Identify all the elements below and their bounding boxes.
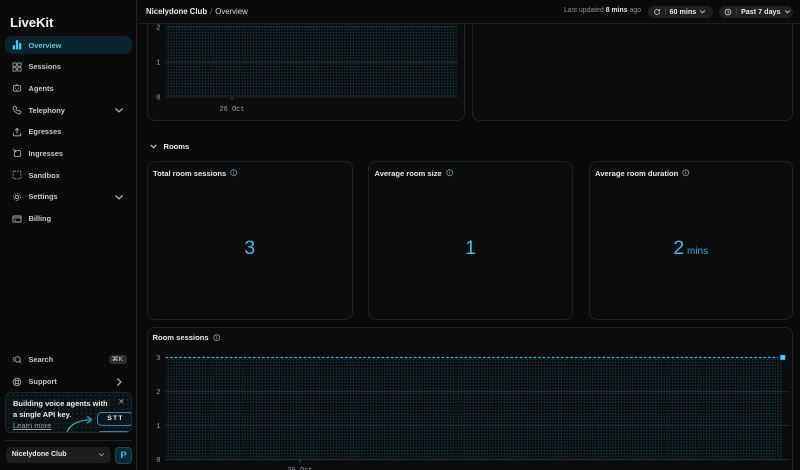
svg-text:1: 1 bbox=[156, 423, 160, 431]
svg-text:1: 1 bbox=[156, 60, 160, 68]
svg-text:2: 2 bbox=[156, 25, 160, 33]
svg-text:2: 2 bbox=[156, 389, 160, 397]
svg-text:0: 0 bbox=[156, 457, 160, 465]
svg-text:0: 0 bbox=[156, 95, 160, 103]
svg-text:26 Oct: 26 Oct bbox=[219, 106, 244, 114]
svg-text:3: 3 bbox=[156, 355, 160, 363]
